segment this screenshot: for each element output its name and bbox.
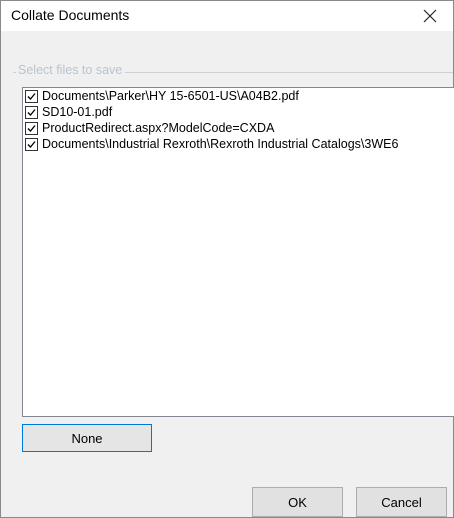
list-item[interactable]: ProductRedirect.aspx?ModelCode=CXDA [23, 120, 454, 136]
file-checkbox[interactable] [25, 89, 38, 103]
file-label: SD10-01.pdf [42, 105, 113, 119]
ok-button[interactable]: OK [252, 487, 343, 517]
file-list[interactable]: Documents\Parker\HY 15-6501-US\A04B2.pdf… [22, 87, 454, 417]
none-button[interactable]: None [22, 424, 152, 452]
dialog-title: Collate Documents [11, 7, 130, 23]
file-checkbox[interactable] [25, 105, 38, 119]
checkmark-icon [27, 92, 36, 100]
title-bar: Collate Documents [1, 1, 453, 31]
file-checkbox[interactable] [25, 137, 38, 151]
file-label: Documents\Parker\HY 15-6501-US\A04B2.pdf [42, 89, 299, 103]
file-label: ProductRedirect.aspx?ModelCode=CXDA [42, 121, 275, 135]
list-item[interactable]: Documents\Parker\HY 15-6501-US\A04B2.pdf [23, 88, 454, 104]
close-icon [423, 9, 437, 23]
close-button[interactable] [407, 1, 453, 31]
file-label: Documents\Industrial Rexroth\Rexroth Ind… [42, 137, 399, 151]
group-label: Select files to save [16, 63, 126, 77]
list-item[interactable]: SD10-01.pdf [23, 104, 454, 120]
checkmark-icon [27, 140, 36, 148]
collate-documents-dialog: Collate Documents Select files to save D… [0, 0, 454, 518]
checkmark-icon [27, 124, 36, 132]
list-item[interactable]: Documents\Industrial Rexroth\Rexroth Ind… [23, 136, 454, 152]
checkmark-icon [27, 108, 36, 116]
file-checkbox[interactable] [25, 121, 38, 135]
cancel-button[interactable]: Cancel [356, 487, 447, 517]
